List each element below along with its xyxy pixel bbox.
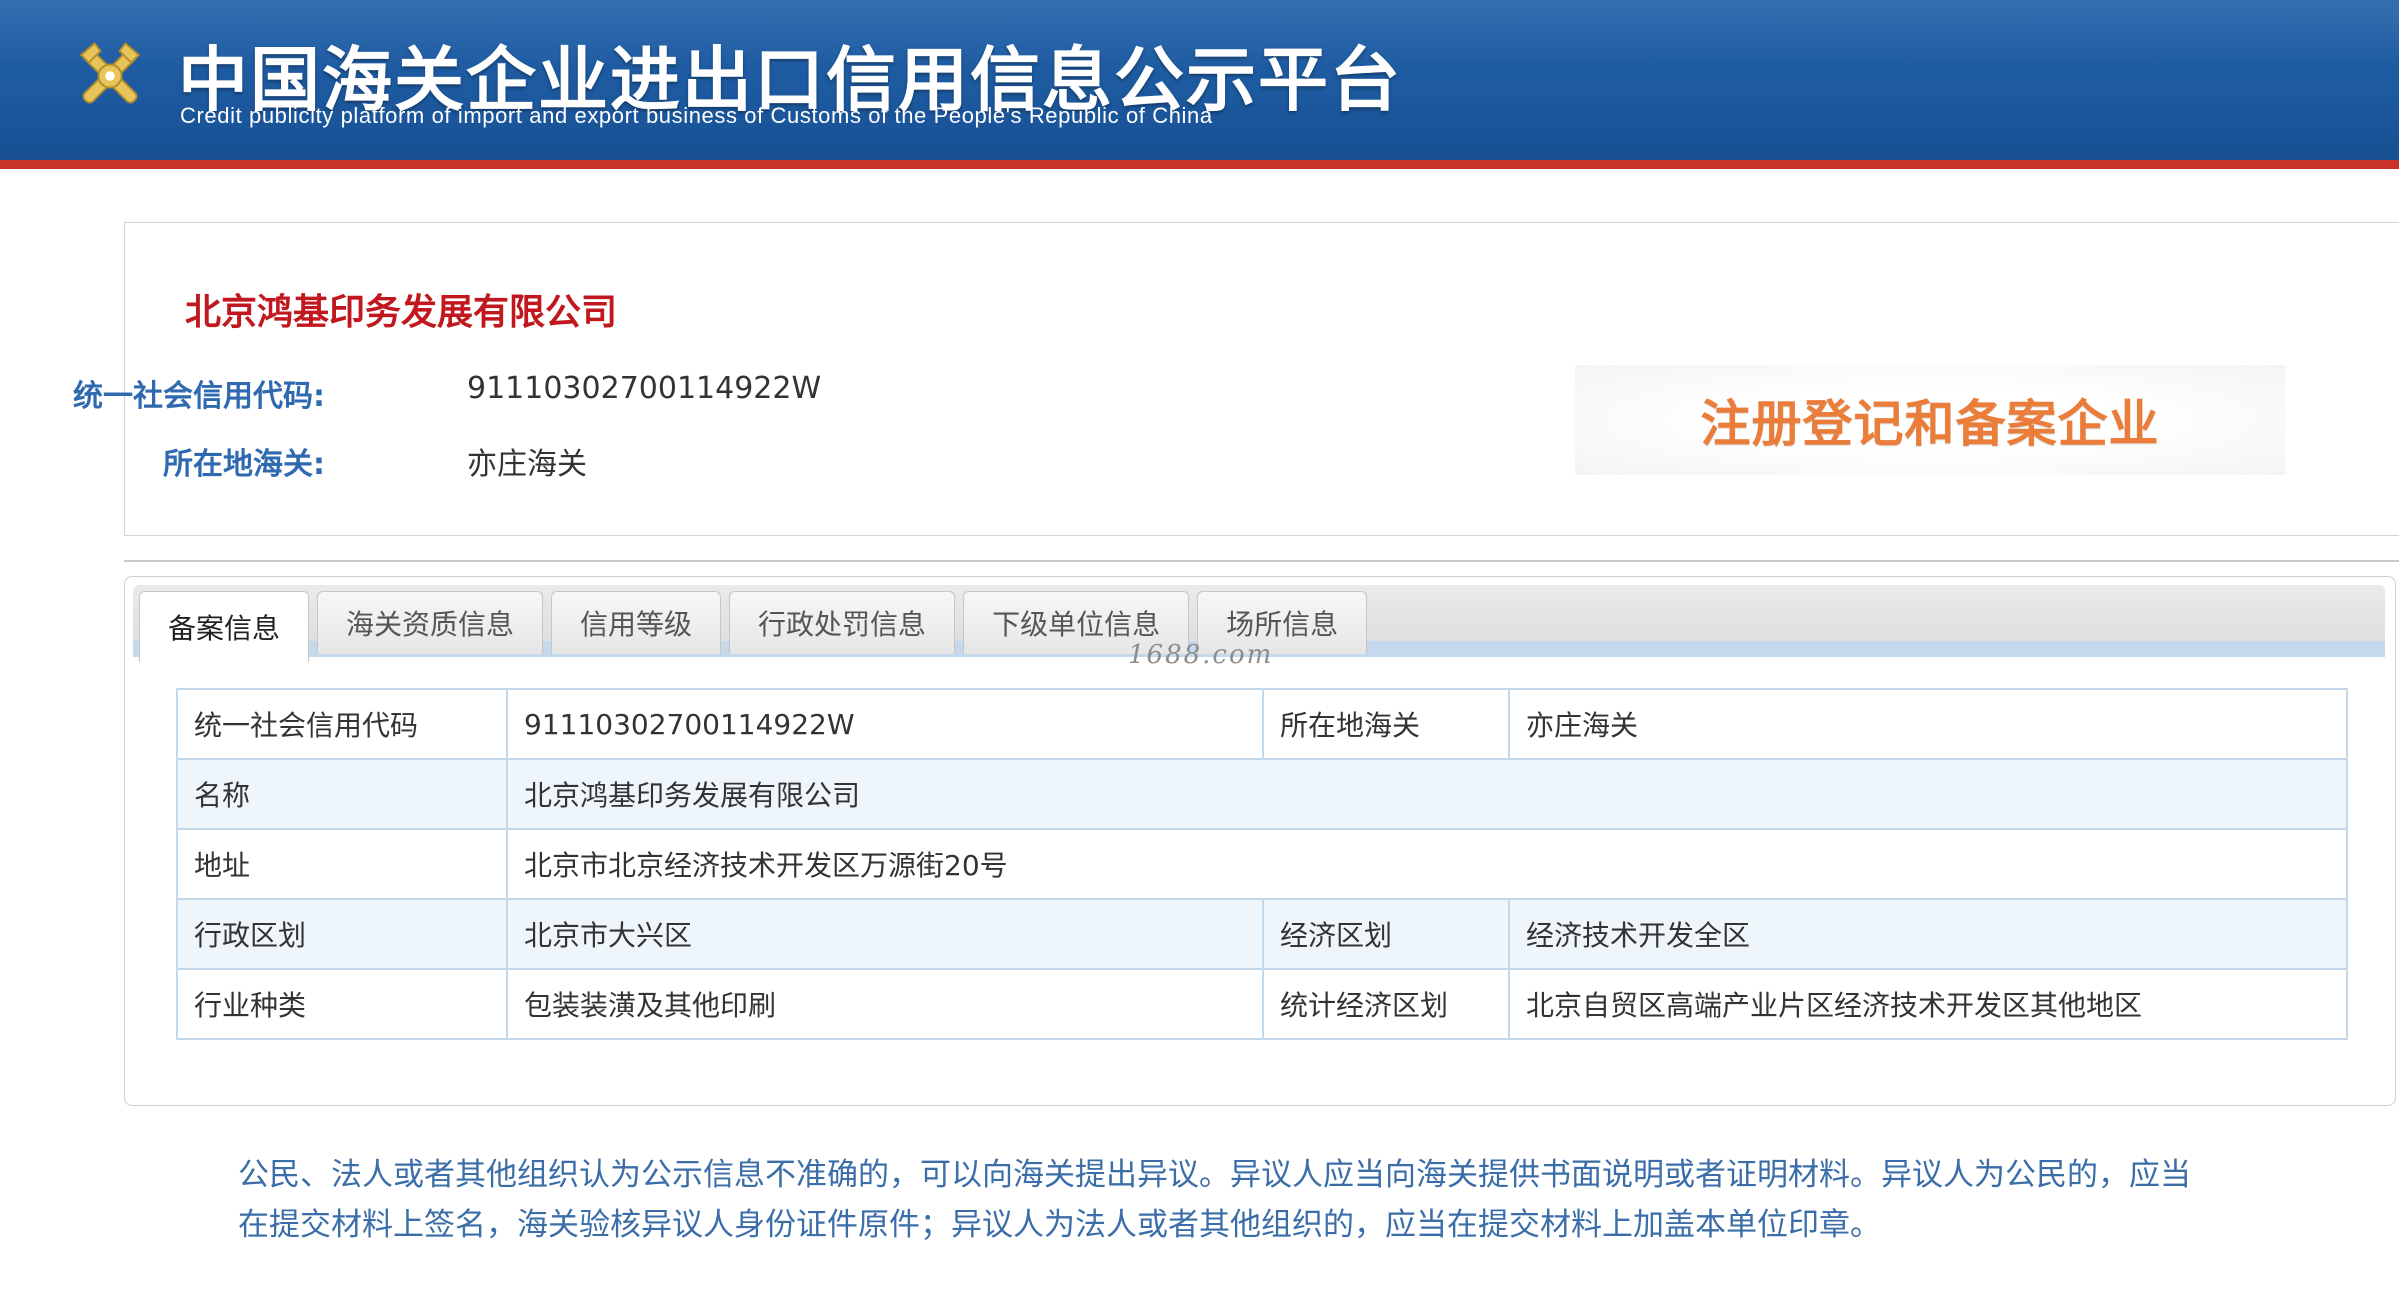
name-cell-label: 名称	[176, 758, 508, 830]
stat-region-cell-label: 统计经济区划	[1262, 968, 1510, 1040]
customs-label: 所在地海关:	[163, 447, 325, 482]
credit-code-label: 统一社会信用代码:	[73, 379, 325, 414]
customs-value: 亦庄海关	[467, 447, 587, 482]
tab-filing-info[interactable]: 备案信息	[139, 591, 310, 662]
site-subtitle: Credit publicity platform of import and …	[180, 103, 1213, 128]
tab-customs-qualification[interactable]: 海关资质信息	[317, 591, 544, 654]
address-cell-value: 北京市北京经济技术开发区万源街20号	[506, 828, 2348, 900]
table-row: 行政区划 北京市大兴区 经济区划 经济技术开发全区	[176, 898, 2348, 970]
econ-region-cell-value: 经济技术开发全区	[1508, 898, 2348, 970]
filing-info-table: 统一社会信用代码 91110302700114922W 所在地海关 亦庄海关 名…	[176, 688, 2348, 1040]
section-divider	[124, 560, 2399, 562]
table-row: 统一社会信用代码 91110302700114922W 所在地海关 亦庄海关	[176, 688, 2348, 760]
notice-line-2: 在提交材料上签名，海关验核异议人身份证件原件；异议人为法人或者其他组织的，应当在…	[238, 1207, 1881, 1243]
admin-region-cell-label: 行政区划	[176, 898, 508, 970]
econ-region-cell-label: 经济区划	[1262, 898, 1510, 970]
industry-cell-value: 包装装潢及其他印刷	[506, 968, 1264, 1040]
industry-cell-label: 行业种类	[176, 968, 508, 1040]
table-row: 地址 北京市北京经济技术开发区万源街20号	[176, 828, 2348, 900]
company-name: 北京鸿基印务发展有限公司	[185, 292, 618, 333]
enterprise-type-badge: 注册登记和备案企业	[1575, 365, 2285, 475]
credit-code-cell-label: 统一社会信用代码	[176, 688, 508, 760]
name-cell-value: 北京鸿基印务发展有限公司	[506, 758, 2348, 830]
stat-region-cell-value: 北京自贸区高端产业片区经济技术开发区其他地区	[1508, 968, 2348, 1040]
table-row: 行业种类 包装装潢及其他印刷 统计经济区划 北京自贸区高端产业片区经济技术开发区…	[176, 968, 2348, 1040]
site-header: 中国海关企业进出口信用信息公示平台 Credit publicity platf…	[0, 0, 2399, 160]
address-cell-label: 地址	[176, 828, 508, 900]
customs-cell-label: 所在地海关	[1262, 688, 1510, 760]
credit-code-cell-value: 91110302700114922W	[506, 688, 1264, 760]
objection-notice: 公民、法人或者其他组织认为公示信息不准确的，可以向海关提出异议。异议人应当向海关…	[238, 1150, 2278, 1250]
header-accent-line	[0, 160, 2399, 169]
customs-emblem-icon	[79, 41, 141, 104]
tab-credit-rating[interactable]: 信用等级	[551, 591, 722, 654]
tab-admin-penalty[interactable]: 行政处罚信息	[729, 591, 956, 654]
watermark: 1688.com	[1128, 640, 1274, 670]
company-summary-card: 北京鸿基印务发展有限公司 统一社会信用代码: 91110302700114922…	[73, 222, 2399, 536]
table-row: 名称 北京鸿基印务发展有限公司	[176, 758, 2348, 830]
enterprise-type-text: 注册登记和备案企业	[1700, 395, 2160, 453]
customs-cell-value: 亦庄海关	[1508, 688, 2348, 760]
credit-code-value: 91110302700114922W	[467, 371, 822, 406]
admin-region-cell-value: 北京市大兴区	[506, 898, 1264, 970]
notice-line-1: 公民、法人或者其他组织认为公示信息不准确的，可以向海关提出异议。异议人应当向海关…	[238, 1157, 2191, 1193]
